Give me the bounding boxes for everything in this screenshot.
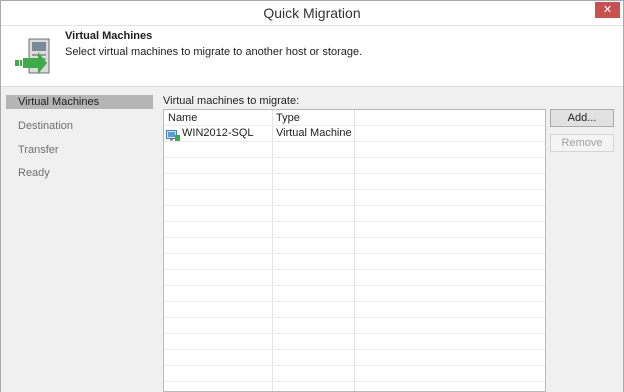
add-button[interactable]: Add... bbox=[550, 109, 614, 127]
table-row bbox=[164, 174, 545, 190]
table-row[interactable]: WIN2012-SQL Virtual Machine bbox=[164, 126, 545, 142]
column-header-type[interactable]: Type bbox=[276, 112, 300, 124]
table-row bbox=[164, 158, 545, 174]
table-row bbox=[164, 222, 545, 238]
step-label: Destination bbox=[18, 120, 74, 132]
vm-list-table[interactable]: Name Type WIN2012-SQL Virtual Machine bbox=[163, 109, 546, 392]
table-row bbox=[164, 318, 545, 334]
quick-migration-window: Quick Migration ✕ Virtual Machines Selec… bbox=[0, 0, 624, 392]
table-row bbox=[164, 142, 545, 158]
table-row bbox=[164, 366, 545, 382]
vm-name-cell: WIN2012-SQL bbox=[182, 127, 254, 139]
column-header-name[interactable]: Name bbox=[168, 112, 197, 124]
step-transfer[interactable]: Transfer bbox=[6, 142, 153, 166]
virtual-machine-icon bbox=[166, 130, 180, 141]
table-row bbox=[164, 350, 545, 366]
step-ready[interactable]: Ready bbox=[6, 165, 153, 189]
remove-button[interactable]: Remove bbox=[550, 134, 614, 152]
title-bar: Quick Migration ✕ bbox=[1, 1, 623, 26]
table-row bbox=[164, 270, 545, 286]
step-virtual-machines[interactable]: Virtual Machines bbox=[6, 95, 153, 109]
table-row bbox=[164, 302, 545, 318]
vm-type-cell: Virtual Machine bbox=[276, 127, 352, 139]
vm-migration-icon bbox=[15, 38, 50, 74]
header-title: Virtual Machines bbox=[65, 30, 153, 42]
table-row bbox=[164, 238, 545, 254]
wizard-steps: Virtual Machines Destination Transfer Re… bbox=[6, 95, 153, 189]
step-destination[interactable]: Destination bbox=[6, 118, 153, 142]
step-label: Ready bbox=[18, 167, 50, 179]
step-label: Transfer bbox=[18, 143, 59, 156]
wizard-header: Virtual Machines Select virtual machines… bbox=[1, 26, 623, 87]
wizard-content: Virtual Machines Destination Transfer Re… bbox=[1, 88, 623, 392]
table-header-row: Name Type bbox=[164, 110, 545, 126]
table-row bbox=[164, 286, 545, 302]
table-row bbox=[164, 334, 545, 350]
vm-list-label: Virtual machines to migrate: bbox=[163, 95, 300, 107]
header-subtitle: Select virtual machines to migrate to an… bbox=[65, 46, 363, 58]
table-row bbox=[164, 254, 545, 270]
close-button[interactable]: ✕ bbox=[595, 2, 620, 18]
table-row bbox=[164, 206, 545, 222]
table-row bbox=[164, 190, 545, 206]
window-title: Quick Migration bbox=[263, 5, 361, 21]
step-label: Virtual Machines bbox=[18, 96, 100, 108]
